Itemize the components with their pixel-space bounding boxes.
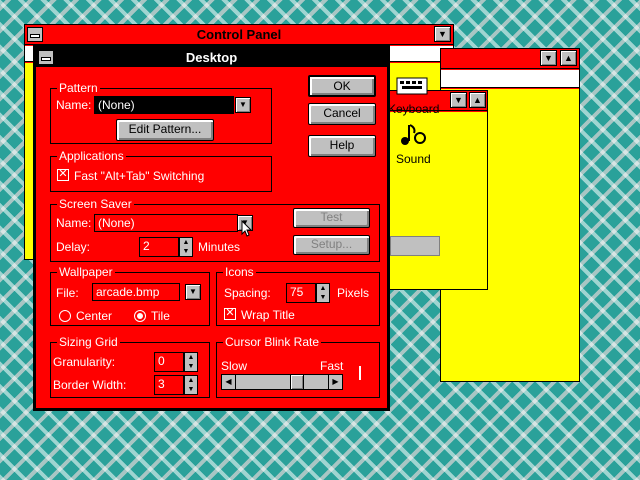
program-manager-minimize-button[interactable]: ▼ xyxy=(540,50,557,66)
group-window-maximize-button[interactable]: ▲ xyxy=(469,92,486,108)
desktop-dialog[interactable]: Desktop Pattern Name: (None) ▼ Edit Patt… xyxy=(33,45,390,411)
test-label: Test xyxy=(320,210,343,224)
border-width-value: 3 xyxy=(158,377,165,391)
ok-label: OK xyxy=(333,79,351,93)
mouse-cursor-icon xyxy=(241,220,253,237)
blink-cursor-preview xyxy=(359,366,361,380)
sound-item[interactable]: Sound xyxy=(388,122,448,166)
keyboard-label: Keyboard xyxy=(388,102,440,116)
slow-label: Slow xyxy=(221,359,248,373)
pattern-name-field[interactable]: (None) xyxy=(94,96,234,114)
border-width-spinner[interactable]: ▲ ▼ xyxy=(184,375,198,395)
granularity-value: 0 xyxy=(158,354,165,368)
slider-thumb[interactable] xyxy=(290,375,305,389)
slider-left-arrow-icon[interactable]: ◀ xyxy=(222,375,236,389)
desktop-title: Desktop xyxy=(185,50,238,65)
cancel-label: Cancel xyxy=(323,106,361,120)
control-panel-status-area xyxy=(390,236,440,256)
sound-label: Sound xyxy=(396,152,431,166)
wallpaper-file-field[interactable]: arcade.bmp xyxy=(92,283,180,301)
pattern-name-value: (None) xyxy=(98,98,135,112)
wallpaper-group-label: Wallpaper xyxy=(57,265,115,279)
edit-pattern-label: Edit Pattern... xyxy=(128,122,202,136)
cancel-button[interactable]: Cancel xyxy=(308,103,376,125)
delay-value: 2 xyxy=(143,239,150,253)
sound-icon xyxy=(401,124,426,145)
sizing-grid-group-label: Sizing Grid xyxy=(57,335,120,349)
delay-field[interactable]: 2 xyxy=(139,237,179,257)
screen-saver-name-label: Name: xyxy=(56,216,92,230)
cursor-blink-slider[interactable]: ◀ ▶ xyxy=(221,374,343,390)
spacing-field[interactable]: 75 xyxy=(286,283,316,303)
cursor-blink-group-label: Cursor Blink Rate xyxy=(223,335,322,349)
border-width-label: Border Width: xyxy=(53,378,127,392)
screen-saver-group-label: Screen Saver xyxy=(57,197,134,211)
granularity-spinner[interactable]: ▲ ▼ xyxy=(184,352,198,372)
program-manager-menubar xyxy=(441,70,579,88)
setup-label: Setup... xyxy=(310,237,353,251)
keyboard-item[interactable]: Keyboard xyxy=(388,74,448,118)
center-label: Center xyxy=(76,309,113,323)
tile-radio[interactable] xyxy=(134,310,146,322)
spacing-label: Spacing: xyxy=(224,286,271,300)
center-radio[interactable] xyxy=(59,310,71,322)
delay-unit-label: Minutes xyxy=(198,240,241,254)
help-label: Help xyxy=(329,138,355,152)
icons-group-label: Icons xyxy=(223,265,256,279)
spacing-unit-label: Pixels xyxy=(337,286,370,300)
control-panel-titlebar[interactable]: Control Panel ▼ xyxy=(25,25,453,45)
test-button[interactable]: Test xyxy=(293,208,370,228)
wallpaper-file-value: arcade.bmp xyxy=(96,285,160,299)
control-panel-minimize-button[interactable]: ▼ xyxy=(434,26,451,42)
screen-saver-name-field[interactable]: (None) xyxy=(94,214,238,232)
setup-button[interactable]: Setup... xyxy=(293,235,370,255)
program-manager-maximize-button[interactable]: ▲ xyxy=(560,50,577,66)
applications-group-label: Applications xyxy=(57,149,126,163)
fast-label: Fast xyxy=(320,359,344,373)
screen-saver-name-value: (None) xyxy=(98,216,135,230)
pattern-dropdown-arrow-icon[interactable]: ▼ xyxy=(235,97,251,113)
slider-right-arrow-icon[interactable]: ▶ xyxy=(328,375,342,389)
delay-label: Delay: xyxy=(56,240,91,254)
fast-switch-label: Fast "Alt+Tab" Switching xyxy=(74,169,205,183)
spacing-spinner[interactable]: ▲ ▼ xyxy=(316,283,330,303)
pattern-name-label: Name: xyxy=(56,98,92,112)
edit-pattern-button[interactable]: Edit Pattern... xyxy=(116,119,214,141)
group-window-minimize-button[interactable]: ▼ xyxy=(450,92,467,108)
pattern-group-label: Pattern xyxy=(57,81,100,95)
group-window[interactable]: ▼ ▲ xyxy=(380,90,488,290)
ok-button[interactable]: OK xyxy=(308,75,376,97)
granularity-field[interactable]: 0 xyxy=(154,352,184,372)
wrap-title-checkbox[interactable]: ✕ xyxy=(224,308,236,320)
border-width-field[interactable]: 3 xyxy=(154,375,184,395)
desktop-titlebar[interactable]: Desktop xyxy=(36,48,387,67)
granularity-label: Granularity: xyxy=(53,355,116,369)
control-panel-title: Control Panel xyxy=(196,27,282,42)
help-button[interactable]: Help xyxy=(308,135,376,157)
wallpaper-file-label: File: xyxy=(56,286,79,300)
spacing-value: 75 xyxy=(290,285,304,299)
program-manager-titlebar[interactable]: ▼ ▲ xyxy=(441,49,579,69)
keyboard-icon xyxy=(396,77,428,95)
delay-spinner[interactable]: ▲ ▼ xyxy=(179,237,193,257)
tile-label: Tile xyxy=(151,309,170,323)
wrap-title-label: Wrap Title xyxy=(241,308,295,322)
wallpaper-dropdown-arrow-icon[interactable]: ▼ xyxy=(185,284,201,300)
fast-switch-checkbox[interactable]: ✕ xyxy=(57,169,69,181)
